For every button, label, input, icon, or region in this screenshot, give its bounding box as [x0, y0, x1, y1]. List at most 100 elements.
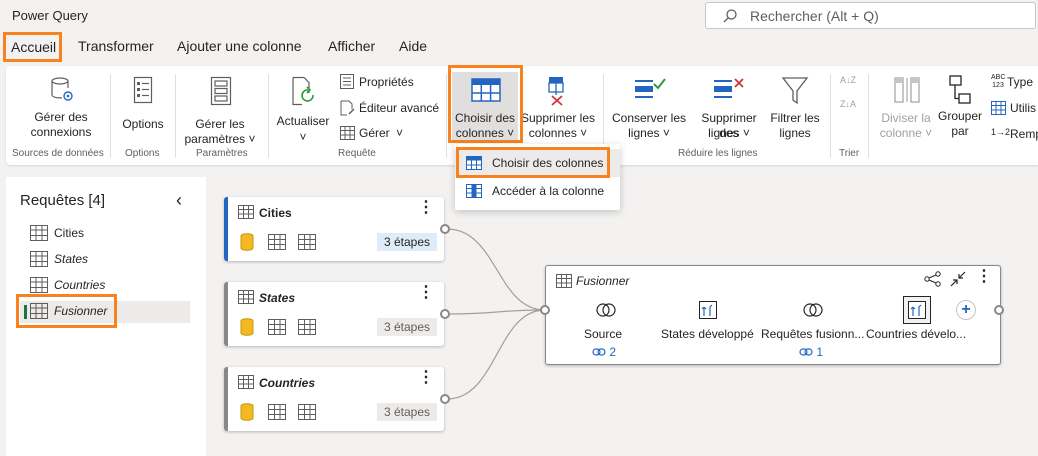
sort-descending-button[interactable]: Z↓A — [836, 96, 860, 116]
chevron-down-icon: ˅ — [576, 126, 588, 140]
chevron-down-icon: ˅ — [739, 126, 750, 140]
group-label-reduce-rows: Réduire les lignes — [678, 148, 758, 159]
manage-parameters-button[interactable]: Gérer les paramètres ˅ — [178, 74, 262, 146]
table-icon — [991, 101, 1006, 115]
step-icons — [240, 318, 316, 336]
tab-transformer[interactable]: Transformer — [78, 38, 154, 54]
filter-rows-button[interactable]: Filtrer les lignes — [767, 74, 823, 140]
options-label: Options — [122, 117, 164, 131]
split-column-button[interactable]: Diviser la colonne ˅ — [874, 74, 938, 140]
group-label-sort: Trier — [839, 148, 860, 159]
expand-step-icon[interactable] — [699, 301, 717, 319]
data-type-label: Type — [1007, 75, 1034, 89]
tab-aide[interactable]: Aide — [399, 38, 427, 54]
split-column-label-2: colonne — [879, 126, 922, 140]
merge-query-card[interactable]: Fusionner ⋮ + Source States développé Re… — [545, 265, 1001, 365]
remove-rows-button[interactable]: Supprimer des lignes ˅ — [690, 74, 768, 140]
query-item-countries[interactable]: Countries — [20, 275, 190, 297]
merged-queries-link-count[interactable]: 1 — [799, 345, 823, 359]
use-first-row-label: Utilis — [1010, 101, 1036, 115]
step-icons — [240, 403, 316, 421]
advanced-editor-icon — [340, 100, 355, 116]
keep-rows-label-2: lignes — [628, 126, 660, 140]
choose-columns-button[interactable]: Choisir des colonnes ˅ — [452, 72, 518, 140]
steps-count-badge: 3 étapes — [376, 318, 437, 336]
expand-step-icon — [908, 301, 926, 319]
query-card-countries[interactable]: Countries ⋮ 3 étapes — [224, 367, 444, 431]
input-port[interactable] — [540, 305, 550, 315]
chevron-down-icon: ˅ — [396, 126, 404, 140]
query-card-states[interactable]: States ⋮ 3 étapes — [224, 282, 444, 346]
step-icons — [240, 233, 316, 251]
advanced-editor-label: Éditeur avancé — [359, 101, 440, 115]
chevron-down-icon: ˅ — [921, 126, 933, 140]
share-icon[interactable] — [924, 271, 942, 287]
diagram-canvas: Cities ⋮ 3 étapes States ⋮ 3 étapes Coun… — [207, 177, 1038, 456]
remove-columns-label-2: colonnes — [528, 126, 577, 140]
menu-item-choose-columns[interactable]: Choisir des colonnes — [455, 149, 620, 177]
keep-rows-button[interactable]: Conserver les lignes ˅ — [609, 74, 689, 140]
refresh-button[interactable]: Actualiser ˅ — [272, 74, 334, 144]
table-icon — [238, 290, 254, 304]
search-placeholder: Rechercher (Alt + Q) — [750, 8, 879, 24]
query-item-cities[interactable]: Cities — [20, 223, 190, 245]
keep-rows-icon — [635, 78, 666, 98]
tab-ajouter-une-colonne[interactable]: Ajouter une colonne — [177, 38, 302, 54]
query-label: Countries — [54, 278, 106, 292]
query-label: States — [54, 252, 89, 266]
collapse-icon[interactable] — [950, 271, 966, 287]
more-options-icon[interactable]: ⋮ — [418, 285, 434, 301]
card-title: Cities — [259, 206, 292, 220]
query-card-cities[interactable]: Cities ⋮ 3 étapes — [224, 197, 444, 261]
merge-step-icon[interactable] — [803, 302, 823, 318]
more-options-icon[interactable]: ⋮ — [418, 370, 434, 386]
selected-step[interactable] — [903, 296, 931, 324]
filter-icon — [781, 77, 809, 105]
choose-columns-label-2: colonnes — [455, 126, 504, 140]
merge-step-icon[interactable] — [596, 302, 616, 318]
sort-descending-icon: Z↓A — [839, 99, 856, 109]
more-options-icon[interactable]: ⋮ — [976, 269, 992, 285]
queries-panel-title: Requêtes [4] — [20, 192, 106, 209]
group-by-button[interactable]: Grouper par — [934, 74, 986, 140]
remove-rows-label-2: lignes — [708, 126, 740, 140]
group-label-parameters: Paramètres — [196, 148, 248, 159]
choose-columns-icon — [466, 156, 482, 170]
manage-parameters-label-1: Gérer les — [195, 117, 245, 131]
output-port[interactable] — [440, 394, 450, 404]
group-label-query: Requête — [338, 148, 376, 159]
table-icon — [30, 277, 48, 293]
replace-values-label: Remp — [1010, 127, 1038, 141]
link-icon — [799, 348, 813, 356]
options-button[interactable]: Options — [114, 74, 172, 140]
more-options-icon[interactable]: ⋮ — [418, 200, 434, 216]
source-link-count[interactable]: 2 — [592, 345, 616, 359]
output-port[interactable] — [440, 309, 450, 319]
replace-icon: 1→2 — [991, 127, 1011, 137]
output-port[interactable] — [994, 305, 1004, 315]
manage-connections-button[interactable]: Gérer des connexions — [14, 74, 108, 140]
output-port[interactable] — [440, 224, 450, 234]
search-input[interactable]: Rechercher (Alt + Q) — [705, 2, 1036, 29]
menu-item-label: Choisir des colonnes — [492, 156, 604, 170]
keep-rows-label-1: Conserver les — [611, 111, 687, 125]
menu-item-go-to-column[interactable]: Accéder à la colonne — [455, 177, 620, 205]
ribbon-separator — [446, 74, 447, 158]
query-item-fusionner[interactable]: Fusionner — [20, 301, 190, 323]
manage-parameters-label-2: paramètres — [184, 132, 246, 146]
ribbon-separator — [268, 74, 269, 158]
queries-panel: Requêtes [4] ‹ Cities States Countries F… — [6, 177, 206, 456]
add-step-plus-icon[interactable]: + — [956, 300, 976, 320]
choose-columns-icon — [471, 78, 501, 102]
sort-ascending-button[interactable]: A↓Z — [836, 72, 860, 92]
properties-icon — [340, 74, 354, 89]
tab-afficher[interactable]: Afficher — [328, 38, 375, 54]
remove-columns-button[interactable]: Supprimer les colonnes ˅ — [520, 74, 596, 140]
table-icon — [30, 303, 48, 319]
tab-accueil[interactable]: Accueil — [3, 32, 62, 62]
table-icon — [340, 126, 355, 140]
step-label-merged-queries: Requêtes fusionn... — [761, 327, 865, 341]
group-by-label-1: Grouper — [937, 109, 983, 123]
query-item-states[interactable]: States — [20, 249, 190, 271]
collapse-panel-chevron-icon[interactable]: ‹ — [176, 190, 182, 211]
